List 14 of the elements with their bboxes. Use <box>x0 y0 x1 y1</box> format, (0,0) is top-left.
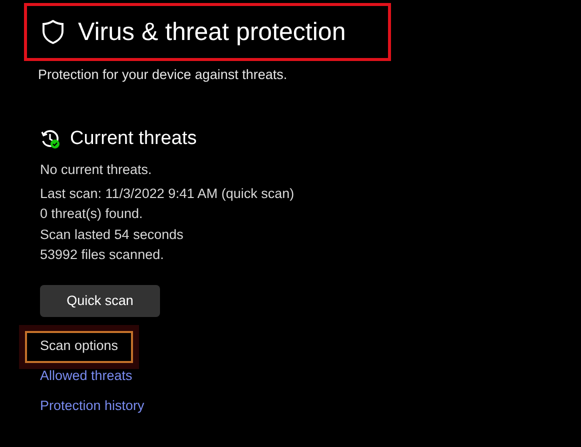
link[interactable]: Protection history <box>25 390 160 420</box>
scan-status-text: Last scan: 11/3/2022 9:41 AM (quick scan) <box>40 184 296 203</box>
link[interactable]: Scan options <box>25 330 133 362</box>
quick-scan-button[interactable]: Quick scan <box>40 284 160 316</box>
shield-icon <box>41 19 65 45</box>
section-heading: Current threats <box>70 128 197 150</box>
page-subtitle: Protection for your device against threats. <box>38 67 288 82</box>
page-title: Virus & threat protection <box>78 18 346 46</box>
clock-check-icon <box>40 129 60 149</box>
scan-status-text: Scan lasted 54 seconds <box>40 226 184 244</box>
scan-status-text: 0 threat(s) found. <box>40 205 144 223</box>
link[interactable]: Allowed threats <box>25 360 148 390</box>
scan-status-text: No current threats. <box>40 161 153 179</box>
scan-status-text: 53992 files scanned. <box>40 246 165 264</box>
